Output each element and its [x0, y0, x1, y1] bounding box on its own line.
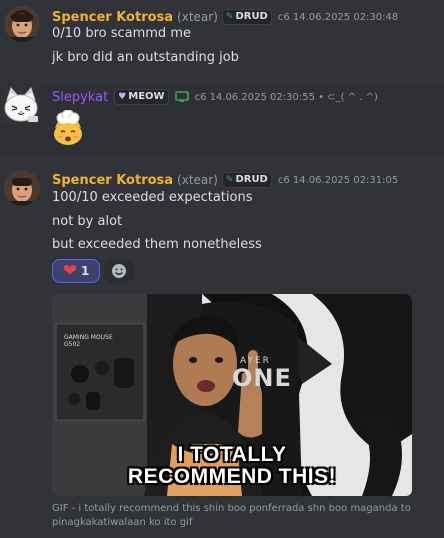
gif-caption-line: RECOMMEND THIS! — [127, 465, 337, 488]
avatar[interactable] — [4, 6, 40, 42]
server-tag[interactable]: ♥ MEOW — [114, 89, 169, 105]
timestamp[interactable]: c6 14.06.2025 02:31:05 — [278, 175, 398, 186]
server-tag-label: MEOW — [128, 91, 165, 102]
username[interactable]: Spencer Kotrosa — [52, 173, 173, 188]
heart-emoji: ❤ — [62, 260, 77, 281]
gif-embed[interactable]: GAMING MOUSE G502 AYER ONE I TOTALLY REC… — [52, 294, 412, 496]
username[interactable]: Slepykat — [52, 90, 108, 105]
server-tag[interactable]: ✎ DRUD — [221, 172, 272, 188]
feather-icon: ✎ — [225, 12, 234, 22]
smiley-plus-icon — [111, 263, 127, 279]
user-handle: (xtear) — [177, 10, 218, 24]
message-hover-band — [0, 164, 444, 170]
gif-caption: I TOTALLY RECOMMEND THIS! — [52, 444, 412, 488]
add-reaction-button[interactable] — [104, 259, 134, 283]
poster-text: GAMING MOUSE G502 — [64, 334, 113, 348]
message-text: 0/10 bro scammd me — [52, 26, 191, 41]
message-header: Spencer Kotrosa (xtear) ✎ DRUD c6 14.06.… — [52, 171, 398, 189]
timestamp[interactable]: c6 14.06.2025 02:30:55 • ⊂_( ^ . ^) — [195, 92, 378, 103]
avatar[interactable] — [2, 86, 40, 124]
reaction-count: 1 — [80, 264, 90, 278]
server-tag-label: DRUD — [235, 11, 268, 22]
message-header: Spencer Kotrosa (xtear) ✎ DRUD c6 14.06.… — [52, 8, 398, 26]
monitor-icon — [174, 91, 189, 103]
reaction-heart[interactable]: ❤ 1 — [52, 259, 100, 283]
message-header: Slepykat ♥ MEOW c6 14.06.2025 02:30:55 •… — [52, 88, 378, 106]
server-tag-label: DRUD — [235, 174, 268, 185]
feather-icon: ✎ — [225, 175, 234, 185]
message-text: jk bro did an outstanding job — [52, 50, 239, 65]
heart-icon: ♥ — [118, 92, 127, 102]
server-tag[interactable]: ✎ DRUD — [221, 9, 272, 25]
timestamp[interactable]: c6 14.06.2025 02:30:48 — [278, 12, 398, 23]
gif-description: GIF - i totally recommend this shin boo … — [52, 503, 411, 528]
message-text: but exceeded them nonetheless — [52, 237, 262, 252]
gif-caption-line: I TOTALLY — [177, 443, 287, 466]
avatar[interactable] — [4, 170, 40, 206]
username[interactable]: Spencer Kotrosa — [52, 10, 173, 25]
user-handle: (xtear) — [177, 173, 218, 187]
message-text: 100/10 exceeded expectations — [52, 190, 253, 205]
message-text: not by alot — [52, 214, 123, 229]
chef-cat-emoji[interactable] — [52, 109, 84, 146]
chair-text: ONE — [232, 364, 292, 392]
